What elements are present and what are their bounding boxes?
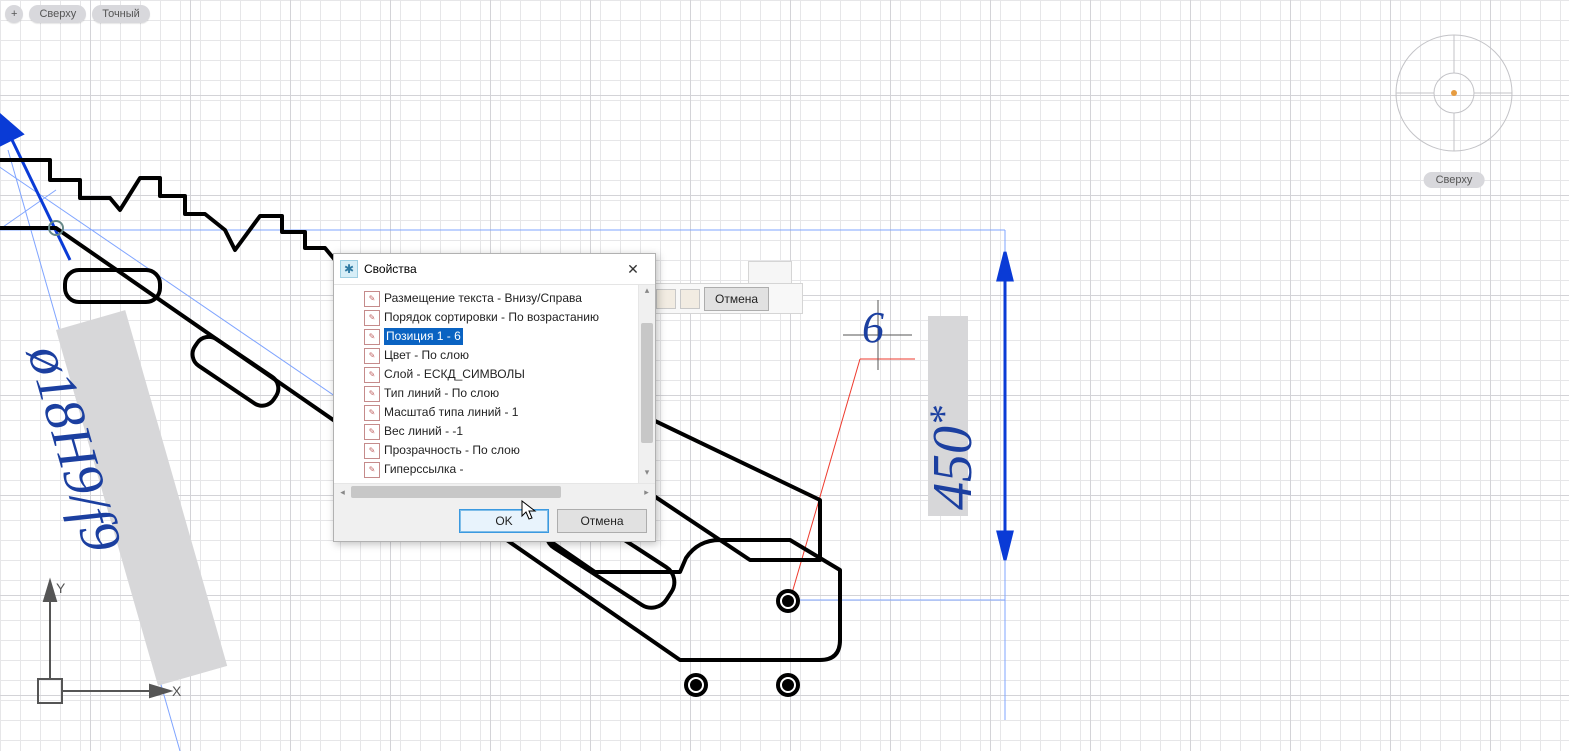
scroll-right-icon[interactable]: ▸ bbox=[638, 484, 655, 501]
property-row[interactable]: ✎Позиция 1 - 6 bbox=[334, 327, 638, 346]
property-row[interactable]: ✎Тип линий - По слою bbox=[334, 384, 638, 403]
view-pill-add[interactable]: + bbox=[5, 5, 23, 23]
property-label: Вес линий - -1 bbox=[384, 423, 463, 440]
ribbon-icon-2[interactable] bbox=[680, 289, 700, 309]
vertical-scrollbar[interactable]: ▴ ▾ bbox=[638, 285, 655, 483]
background-ribbon: Отмена bbox=[650, 283, 803, 314]
property-row[interactable]: ✎Цвет - По слою bbox=[334, 346, 638, 365]
property-label: Тип линий - По слою bbox=[384, 385, 499, 402]
property-label: Гиперссылка - bbox=[384, 461, 464, 478]
horizontal-scrollbar[interactable]: ◂ ▸ bbox=[334, 483, 655, 501]
navcube-label[interactable]: Сверху bbox=[1424, 172, 1485, 188]
property-row[interactable]: ✎Порядок сортировки - По возрастанию bbox=[334, 308, 638, 327]
property-edit-icon: ✎ bbox=[364, 424, 380, 440]
ribbon-cancel-button[interactable]: Отмена bbox=[704, 287, 769, 311]
scroll-left-icon[interactable]: ◂ bbox=[334, 484, 351, 501]
property-edit-icon: ✎ bbox=[364, 462, 380, 478]
property-label: Позиция 1 - 6 bbox=[384, 328, 463, 345]
property-edit-icon: ✎ bbox=[364, 291, 380, 307]
property-edit-icon: ✎ bbox=[364, 405, 380, 421]
property-row[interactable]: ✎Гиперссылка - bbox=[334, 460, 638, 479]
property-edit-icon: ✎ bbox=[364, 367, 380, 383]
background-ribbon-tab bbox=[748, 261, 792, 284]
gear-icon: ✱ bbox=[340, 260, 358, 278]
property-label: Цвет - По слою bbox=[384, 347, 469, 364]
property-label: Слой - ЕСКД_СИМВОЛЫ bbox=[384, 366, 525, 383]
hscroll-thumb[interactable] bbox=[351, 486, 561, 498]
property-edit-icon: ✎ bbox=[364, 348, 380, 364]
close-icon[interactable]: ✕ bbox=[619, 261, 647, 278]
svg-text:X: X bbox=[172, 683, 182, 699]
view-pill-top[interactable]: Сверху bbox=[29, 5, 86, 23]
dialog-titlebar[interactable]: ✱ Свойства ✕ bbox=[334, 254, 655, 285]
view-pill-exact[interactable]: Точный bbox=[92, 5, 150, 23]
properties-dialog: ✱ Свойства ✕ ✎Размещение текста - Внизу/… bbox=[333, 253, 656, 542]
scroll-thumb[interactable] bbox=[641, 323, 653, 443]
cancel-button[interactable]: Отмена bbox=[557, 509, 647, 533]
property-label: Порядок сортировки - По возрастанию bbox=[384, 309, 599, 326]
dimension-text-450: 450* bbox=[920, 406, 985, 510]
property-label: Размещение текста - Внизу/Справа bbox=[384, 290, 582, 307]
nav-cube[interactable]: Сверху bbox=[1369, 18, 1539, 188]
property-row[interactable]: ✎Вес линий - -1 bbox=[334, 422, 638, 441]
property-row[interactable]: ✎Слой - ЕСКД_СИМВОЛЫ bbox=[334, 365, 638, 384]
property-row[interactable]: ✎Размещение текста - Внизу/Справа bbox=[334, 289, 638, 308]
property-edit-icon: ✎ bbox=[364, 310, 380, 326]
property-row[interactable]: ✎Масштаб типа линий - 1 bbox=[334, 403, 638, 422]
ucs-icon: Y X bbox=[32, 551, 192, 711]
property-label: Масштаб типа линий - 1 bbox=[384, 404, 518, 421]
ribbon-icon-1[interactable] bbox=[656, 289, 676, 309]
dialog-title: Свойства bbox=[364, 262, 417, 276]
property-row[interactable]: ✎Прозрачность - По слою bbox=[334, 441, 638, 460]
properties-tree[interactable]: ✎Размещение текста - Внизу/Справа✎Порядо… bbox=[334, 285, 638, 483]
scroll-down-icon[interactable]: ▾ bbox=[639, 467, 655, 483]
drawing-svg bbox=[0, 0, 1569, 751]
svg-text:Y: Y bbox=[56, 580, 66, 596]
drawing-canvas[interactable]: 450* ø18H9/f9 6 Y X bbox=[0, 0, 1569, 751]
property-label: Прозрачность - По слою bbox=[384, 442, 520, 459]
ok-button[interactable]: OK bbox=[459, 509, 549, 533]
property-edit-icon: ✎ bbox=[364, 386, 380, 402]
property-edit-icon: ✎ bbox=[364, 443, 380, 459]
scroll-up-icon[interactable]: ▴ bbox=[639, 285, 655, 301]
property-edit-icon: ✎ bbox=[364, 329, 380, 345]
leader-text-6: 6 bbox=[862, 302, 884, 353]
